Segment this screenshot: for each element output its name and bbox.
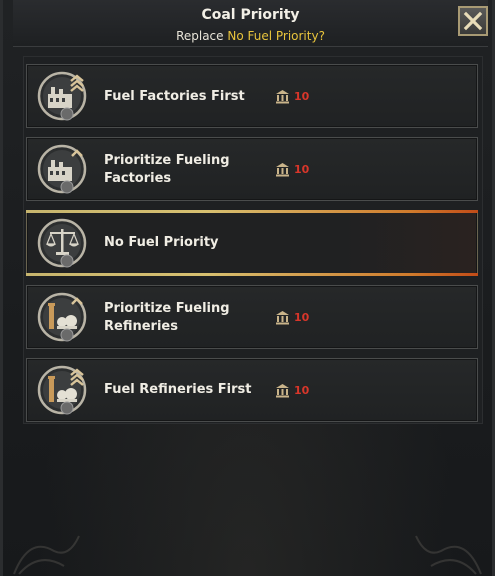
- option-label: Fuel Factories First: [104, 89, 245, 104]
- political-power-icon: [276, 311, 289, 325]
- option-no-fuel-priority[interactable]: No Fuel Priority: [26, 210, 478, 276]
- refinery-up-icon: [37, 363, 91, 417]
- option-fuel-refineries-first[interactable]: Fuel Refineries First 10: [26, 358, 478, 422]
- option-label: Fuel Refineries First: [104, 382, 252, 397]
- cost-value: 10: [294, 384, 310, 397]
- political-power-icon: [276, 90, 289, 104]
- cost-value: 10: [294, 90, 310, 103]
- panel-subtitle: Replace No Fuel Priority?: [13, 29, 488, 43]
- factory-up-small-icon: [37, 142, 91, 196]
- refinery-small-icon: [37, 290, 91, 344]
- option-prioritize-fueling-refineries[interactable]: Prioritize Fueling Refineries 10: [26, 285, 478, 349]
- close-button[interactable]: [458, 6, 488, 36]
- cost-value: 10: [294, 311, 310, 324]
- option-label: Prioritize Fueling Refineries: [104, 301, 230, 334]
- corner-ornament-left: [13, 535, 80, 575]
- factory-up-icon: [37, 69, 91, 123]
- corner-ornament-right: [415, 535, 482, 575]
- panel-header: Coal Priority Replace No Fuel Priority?: [13, 0, 488, 47]
- decision-panel: Coal Priority Replace No Fuel Priority?: [0, 0, 495, 576]
- political-power-icon: [276, 384, 289, 398]
- subtitle-prefix: Replace: [176, 29, 228, 43]
- option-label: Prioritize Fueling Factories: [104, 153, 230, 186]
- subtitle-highlight: No Fuel Priority?: [227, 29, 325, 43]
- options-list: Fuel Factories First 10 Prioritize Fueli…: [23, 56, 483, 424]
- close-icon: [463, 11, 483, 31]
- balance-scale-icon: [37, 216, 91, 270]
- option-fuel-factories-first[interactable]: Fuel Factories First 10: [26, 64, 478, 128]
- option-prioritize-fueling-factories[interactable]: Prioritize Fueling Factories 10: [26, 137, 478, 201]
- panel-title: Coal Priority: [201, 7, 300, 23]
- political-power-icon: [276, 163, 289, 177]
- option-label: No Fuel Priority: [104, 235, 219, 250]
- cost-value: 10: [294, 163, 310, 176]
